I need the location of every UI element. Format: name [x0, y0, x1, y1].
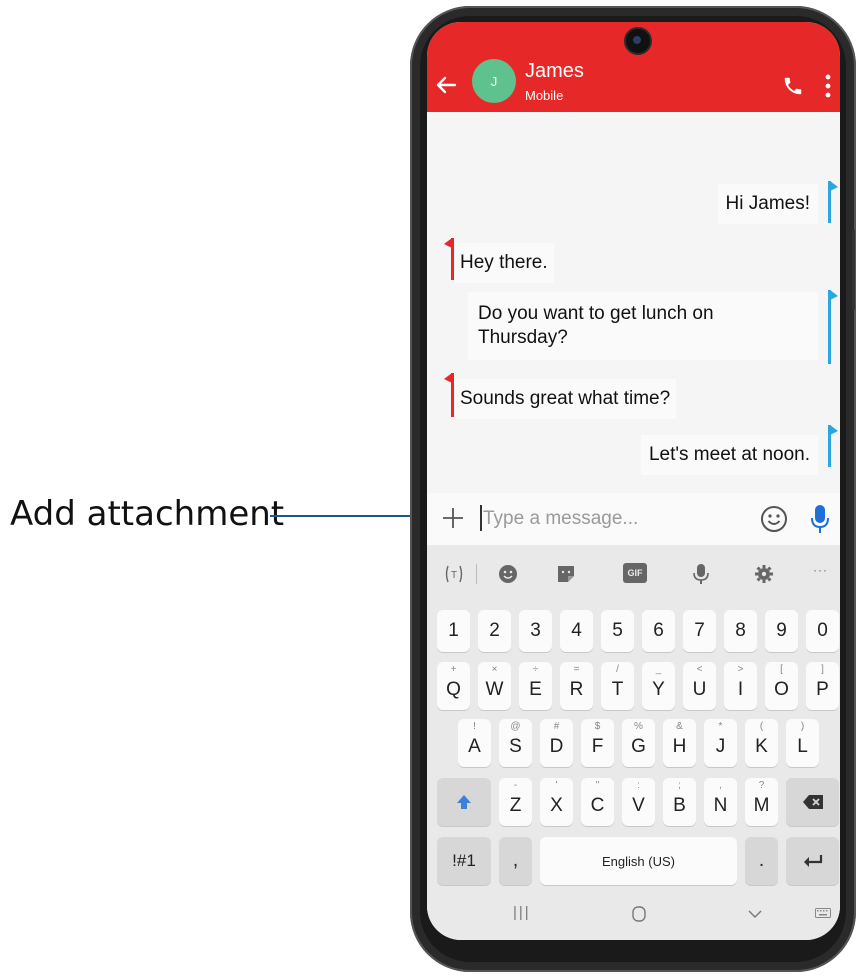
message-input[interactable] — [483, 505, 683, 533]
volume-button — [852, 230, 855, 310]
key[interactable]: 4 — [560, 610, 593, 652]
key[interactable]: ; B — [663, 778, 696, 826]
key[interactable]: / T — [601, 662, 634, 710]
key[interactable]: * J — [704, 719, 737, 767]
key[interactable]: 7 — [683, 610, 716, 652]
back-arrow-icon[interactable] — [433, 72, 459, 98]
key[interactable]: [O — [765, 662, 798, 710]
message-text-line: Do you want to get lunch on — [478, 303, 714, 324]
phone-screen: J James Mobile Hi James! Hey there. Do y… — [427, 22, 840, 940]
key[interactable]: 8 — [724, 610, 757, 652]
keyboard: T GIF ··· 1 2 3 4 5 6 7 8 9 0 + Q × W ÷ … — [427, 545, 840, 940]
more-icon[interactable]: ··· — [813, 563, 835, 585]
gif-icon[interactable]: GIF — [623, 563, 647, 583]
key[interactable]: ) L — [786, 719, 819, 767]
system-navigation-bar: ||| — [427, 890, 840, 940]
backspace-key[interactable] — [786, 778, 839, 826]
hide-keyboard-icon[interactable] — [748, 910, 762, 919]
key[interactable]: ? M — [745, 778, 778, 826]
symbols-key[interactable]: !#1 — [437, 837, 491, 885]
microphone-icon[interactable] — [809, 503, 831, 535]
text-cursor — [480, 505, 482, 531]
key[interactable]: = R — [560, 662, 593, 710]
emoji-icon[interactable] — [760, 505, 788, 533]
message-text-line: Thursday? — [478, 327, 568, 348]
key[interactable]: + Q — [437, 662, 470, 710]
key[interactable]: & H — [663, 719, 696, 767]
key[interactable]: ] P — [806, 662, 839, 710]
key[interactable]: 9 — [765, 610, 798, 652]
key[interactable]: :V — [622, 778, 655, 826]
space-key[interactable]: English (US) — [540, 837, 737, 885]
settings-icon[interactable] — [753, 563, 775, 585]
voice-input-icon[interactable] — [690, 563, 712, 585]
outgoing-message-tail — [828, 290, 838, 364]
key[interactable]: ÷ E — [519, 662, 552, 710]
key[interactable]: 1 — [437, 610, 470, 652]
more-options-icon[interactable] — [825, 74, 831, 98]
add-attachment-icon[interactable] — [441, 506, 465, 530]
phone-call-icon[interactable] — [782, 75, 804, 97]
enter-key[interactable] — [786, 837, 839, 885]
key[interactable]: 2 — [478, 610, 511, 652]
key[interactable]: (K — [745, 719, 778, 767]
compose-bar — [427, 493, 840, 545]
sticker-icon[interactable] — [555, 563, 577, 585]
key[interactable]: _ Y — [642, 662, 675, 710]
svg-text:T: T — [451, 570, 457, 581]
home-icon[interactable] — [632, 906, 646, 922]
avatar[interactable]: J — [472, 59, 516, 103]
key[interactable]: > I — [724, 662, 757, 710]
key[interactable]: 5 — [601, 610, 634, 652]
enter-icon — [803, 855, 822, 867]
keyboard-switch-icon[interactable] — [815, 908, 831, 918]
key[interactable]: % G — [622, 719, 655, 767]
translate-icon[interactable]: T — [443, 563, 465, 585]
key[interactable]: @ S — [499, 719, 532, 767]
incoming-message-tail — [444, 373, 454, 417]
front-camera — [624, 27, 652, 55]
outgoing-message-bubble[interactable]: Let's meet at noon. — [640, 435, 818, 475]
key[interactable]: < U — [683, 662, 716, 710]
period-key[interactable]: . — [745, 837, 778, 885]
shift-key[interactable] — [437, 778, 491, 826]
outgoing-message-bubble[interactable]: Do you want to get lunch on Thursday? — [468, 292, 818, 360]
shift-icon — [457, 795, 471, 809]
outgoing-message-tail — [828, 425, 838, 467]
key[interactable]: ' X — [540, 778, 573, 826]
backspace-icon — [802, 795, 823, 809]
conversation-header: J James Mobile — [427, 22, 840, 112]
incoming-message-tail — [444, 238, 454, 280]
key[interactable]: 0 — [806, 610, 839, 652]
emoji-icon[interactable] — [497, 563, 519, 585]
key[interactable]: " C — [581, 778, 614, 826]
keyboard-toolbar: T GIF ··· — [427, 545, 840, 601]
key[interactable]: # D — [540, 719, 573, 767]
toolbar-divider — [476, 564, 477, 584]
contact-number-type: Mobile — [525, 88, 564, 103]
comma-key[interactable]: , — [499, 837, 532, 885]
key[interactable]: ,N — [704, 778, 737, 826]
outgoing-message-tail — [828, 181, 838, 223]
key[interactable]: 6 — [642, 610, 675, 652]
key[interactable]: × W — [478, 662, 511, 710]
key[interactable]: -Z — [499, 778, 532, 826]
key[interactable]: $ F — [581, 719, 614, 767]
key[interactable]: 3 — [519, 610, 552, 652]
key[interactable]: ! A — [458, 719, 491, 767]
incoming-message-bubble[interactable]: Hey there. — [454, 243, 554, 283]
outgoing-message-bubble[interactable]: Hi James! — [717, 184, 818, 224]
contact-name: James — [525, 60, 584, 82]
incoming-message-bubble[interactable]: Sounds great what time? — [454, 379, 677, 419]
recent-apps-icon[interactable]: ||| — [513, 904, 531, 921]
callout-add-attachment-label: Add attachment — [10, 494, 285, 534]
